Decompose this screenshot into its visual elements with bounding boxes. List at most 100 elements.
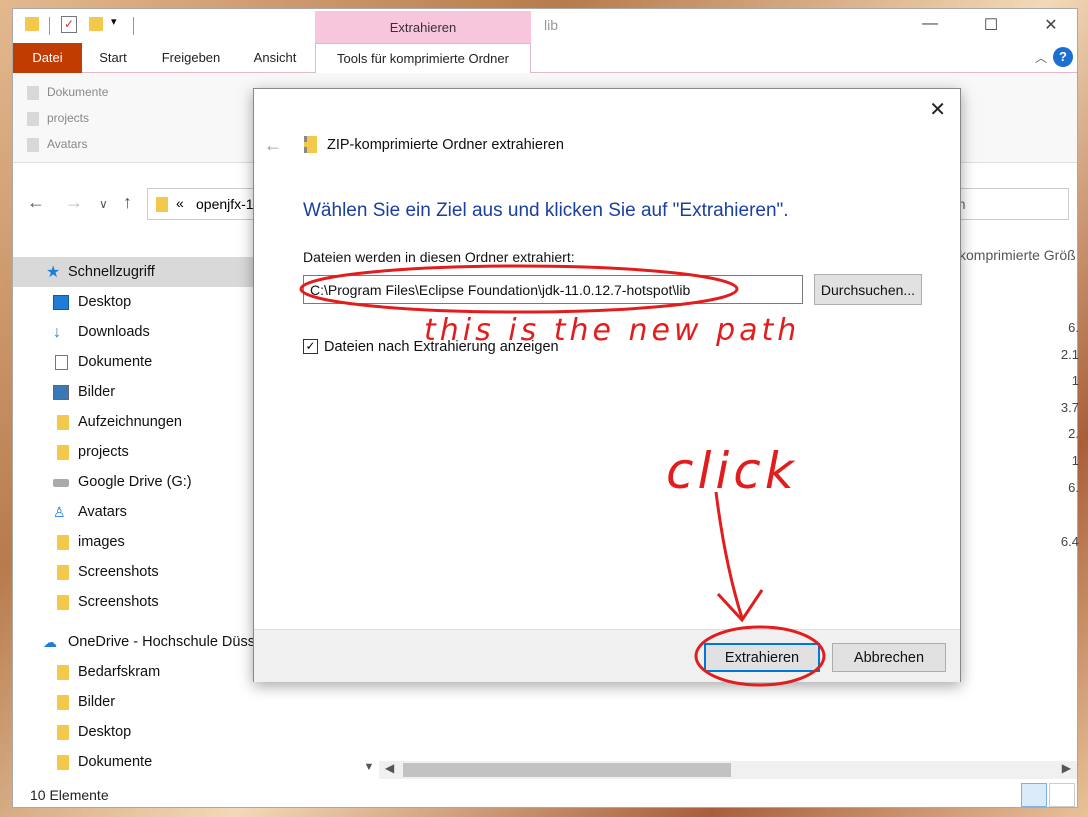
scroll-right-icon[interactable]: ▶ (1062, 761, 1071, 775)
tab-datei[interactable]: Datei (13, 43, 82, 73)
collapse-ribbon-icon[interactable]: ︿ (1035, 49, 1047, 66)
document-icon (27, 85, 39, 100)
back-arrow-icon[interactable]: ← (27, 192, 45, 213)
file-size: 6. (1068, 320, 1079, 335)
file-size: 2. (1068, 426, 1079, 441)
window-title: lib (544, 17, 559, 33)
zip-folder-icon (304, 136, 317, 153)
cancel-button[interactable]: Abbrechen (832, 643, 946, 672)
separator (49, 17, 50, 35)
document-icon (55, 355, 68, 370)
folder-icon (57, 535, 69, 550)
file-size: 6. (1068, 480, 1079, 495)
nav-item-label: Desktop (78, 724, 132, 740)
nav-item-label: Aufzeichnungen (78, 414, 182, 430)
nav-item-label: Screenshots (78, 564, 159, 580)
ribbon-item-label: projects (47, 111, 90, 125)
nav-item-label: images (78, 534, 125, 550)
nav-item-label: Schnellzugriff (68, 264, 155, 280)
tab-start[interactable]: Start (87, 43, 139, 73)
folder-icon (57, 695, 69, 710)
back-arrow-icon[interactable]: ← (264, 135, 282, 156)
tab-ansicht[interactable]: Ansicht (245, 43, 305, 73)
recent-locations-icon[interactable]: ∨ (99, 197, 108, 211)
folder-icon (27, 137, 39, 152)
ribbon-item-label: Avatars (47, 137, 88, 151)
browse-button[interactable]: Durchsuchen... (814, 274, 922, 305)
forward-arrow-icon[interactable]: → (65, 192, 83, 213)
nav-item-label: Screenshots (78, 594, 159, 610)
destination-path-input[interactable] (303, 275, 803, 304)
ribbon-item[interactable]: projects (27, 111, 89, 126)
show-files-checkbox[interactable]: ✓ (303, 339, 318, 354)
nav-item-label: Bilder (78, 694, 116, 710)
folder-icon (57, 665, 69, 680)
new-folder-icon[interactable] (89, 17, 103, 31)
folder-icon (57, 755, 69, 770)
dialog-heading: Wählen Sie ein Ziel aus und klicken Sie … (303, 200, 789, 221)
file-size: 1 (1071, 373, 1079, 388)
tab-compressed-folder-tools[interactable]: Tools für komprimierte Ordner (315, 43, 531, 74)
large-icons-view-icon[interactable] (1049, 783, 1075, 807)
file-size: 2.1 (1060, 347, 1079, 362)
show-files-label[interactable]: Dateien nach Extrahierung anzeigen (324, 339, 559, 355)
extract-button[interactable]: Extrahieren (704, 643, 820, 672)
destination-label: Dateien werden in diesen Ordner extrahie… (303, 249, 575, 265)
minimize-icon[interactable]: — (915, 15, 945, 37)
folder-icon (57, 595, 69, 610)
nav-item-label: Dokumente (78, 754, 153, 770)
tab-freigeben[interactable]: Freigeben (153, 43, 229, 73)
folder-icon (27, 111, 39, 126)
file-size: 3.7 (1060, 400, 1079, 415)
extract-dialog: ✕ ← ZIP-komprimierte Ordner extrahieren … (253, 88, 961, 682)
horizontal-scrollbar[interactable]: ◀ ▶ (379, 761, 1077, 779)
help-icon[interactable]: ? (1053, 47, 1073, 67)
folder-icon (25, 17, 39, 31)
nav-item-label: Bedarfskram (78, 664, 161, 680)
item-count: 10 Elemente (30, 787, 109, 803)
ribbon-item[interactable]: Dokumente (27, 85, 108, 100)
nav-item-label: projects (78, 444, 129, 460)
desktop-icon (53, 295, 69, 310)
nav-item-label: Avatars (78, 504, 127, 520)
ribbon-item[interactable]: Avatars (27, 137, 87, 152)
details-view-icon[interactable] (1021, 783, 1047, 807)
ribbon-item-label: Dokumente (47, 85, 109, 99)
file-size: 1 (1071, 453, 1079, 468)
nav-item-label: Dokumente (78, 354, 153, 370)
close-icon[interactable]: ✕ (929, 97, 946, 122)
nav-item-label: OneDrive - Hochschule Düss (68, 634, 255, 650)
file-size: 6.4 (1060, 534, 1079, 549)
folder-icon (156, 197, 168, 212)
folder-icon (57, 565, 69, 580)
nav-item-bilder[interactable]: Bilder (13, 687, 359, 717)
folder-icon (57, 415, 69, 430)
nav-scroll-down-icon[interactable]: ▼ (359, 761, 379, 779)
nav-item-dokumente[interactable]: Dokumente (13, 747, 359, 777)
pictures-icon (53, 385, 69, 400)
quick-access-dropdown-icon[interactable]: ▾ (111, 15, 117, 28)
drive-icon (53, 479, 69, 487)
up-arrow-icon[interactable]: ↑ (123, 192, 132, 213)
maximize-icon[interactable]: ☐ (976, 15, 1006, 37)
folder-icon (57, 725, 69, 740)
nav-item-label: Google Drive (G:) (78, 474, 192, 490)
status-bar: 10 Elemente (13, 783, 1077, 807)
scrollbar-thumb[interactable] (403, 763, 731, 777)
nav-item-label: Downloads (78, 324, 150, 340)
person-folder-icon: ♙ (53, 504, 66, 520)
title-bar: ✓ ▾ Extrahieren lib — ☐ ✕ (13, 9, 1077, 43)
cloud-icon: ☁ (43, 634, 57, 650)
scroll-left-icon[interactable]: ◀ (385, 761, 394, 775)
folder-icon (57, 445, 69, 460)
column-header-size[interactable]: komprimierte Größ (959, 247, 1076, 263)
address-chevron: « (176, 195, 184, 211)
close-window-icon[interactable]: ✕ (1036, 15, 1066, 37)
download-icon: ↓ (53, 324, 61, 341)
dialog-footer: Extrahieren Abbrechen (254, 629, 960, 682)
dialog-title: ZIP-komprimierte Ordner extrahieren (327, 137, 564, 153)
properties-icon[interactable]: ✓ (61, 16, 77, 33)
nav-item-desktop[interactable]: Desktop (13, 717, 359, 747)
nav-item-label: Bilder (78, 384, 116, 400)
nav-item-label: Desktop (78, 294, 132, 310)
